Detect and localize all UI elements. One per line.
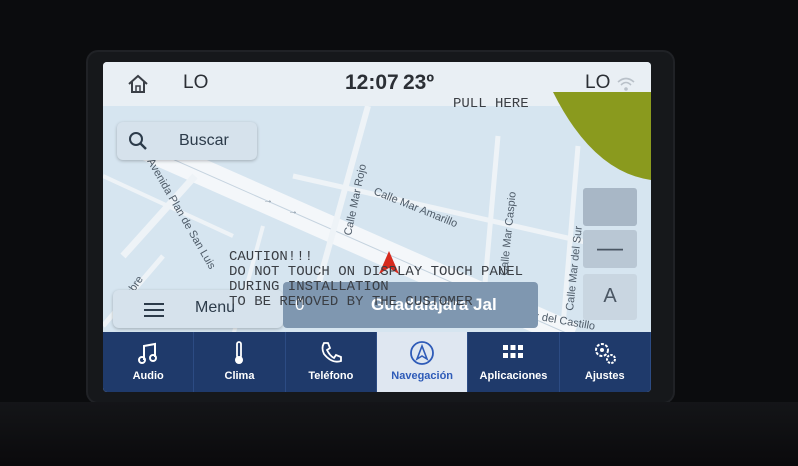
nav-label: Clima	[224, 370, 255, 382]
nav-navegacion[interactable]: Navegación	[376, 332, 469, 392]
zoom-out-button[interactable]: —	[583, 230, 637, 268]
nav-audio[interactable]: Audio	[103, 332, 195, 392]
left-zone-temp[interactable]: LO	[183, 72, 208, 94]
nav-label: Audio	[132, 370, 164, 382]
svg-text:→: →	[263, 195, 273, 206]
peel-tab[interactable]	[553, 92, 651, 180]
dashboard-trim	[0, 402, 798, 466]
nav-label: Navegación	[391, 370, 454, 382]
clock: 12:07	[345, 71, 399, 94]
nav-aplicaciones[interactable]: Aplicaciones	[468, 332, 560, 392]
north-up-button[interactable]: A	[583, 274, 637, 320]
right-zone-temp[interactable]: LO	[585, 72, 610, 94]
apps-grid-icon	[503, 345, 524, 358]
nav-label: Ajustes	[584, 370, 625, 382]
nav-label: Aplicaciones	[479, 370, 548, 382]
pull-here-text: PULL HERE	[453, 96, 529, 112]
zoom-in-button[interactable]	[583, 188, 637, 226]
caution-sticker-text: CAUTION!!! DO NOT TOUCH ON DISPLAY TOUCH…	[229, 249, 524, 310]
touch-screen: LO 12:07 23º LO → → Calle Mar Rojo Calle…	[103, 62, 651, 392]
nav-telefono[interactable]: Teléfono	[286, 332, 377, 392]
hamburger-icon	[144, 303, 164, 317]
wifi-icon	[617, 77, 635, 91]
nav-clima[interactable]: Clima	[194, 332, 286, 392]
phone-icon	[321, 342, 342, 363]
thermometer-icon	[235, 341, 244, 364]
search-label: Buscar	[179, 132, 229, 149]
music-note-icon	[138, 342, 158, 364]
nav-ajustes[interactable]: Ajustes	[560, 332, 651, 392]
search-icon	[129, 132, 147, 150]
navigation-icon	[410, 341, 435, 365]
outside-temperature: 23º	[403, 71, 435, 94]
bottom-nav-bar: Audio Clima Teléfono Navegación Aplicaci…	[103, 332, 651, 392]
gears-icon	[594, 343, 616, 364]
search-button[interactable]: Buscar	[117, 122, 257, 160]
nav-label: Teléfono	[308, 370, 354, 382]
home-icon[interactable]	[127, 74, 149, 94]
svg-text:→: →	[288, 206, 298, 217]
